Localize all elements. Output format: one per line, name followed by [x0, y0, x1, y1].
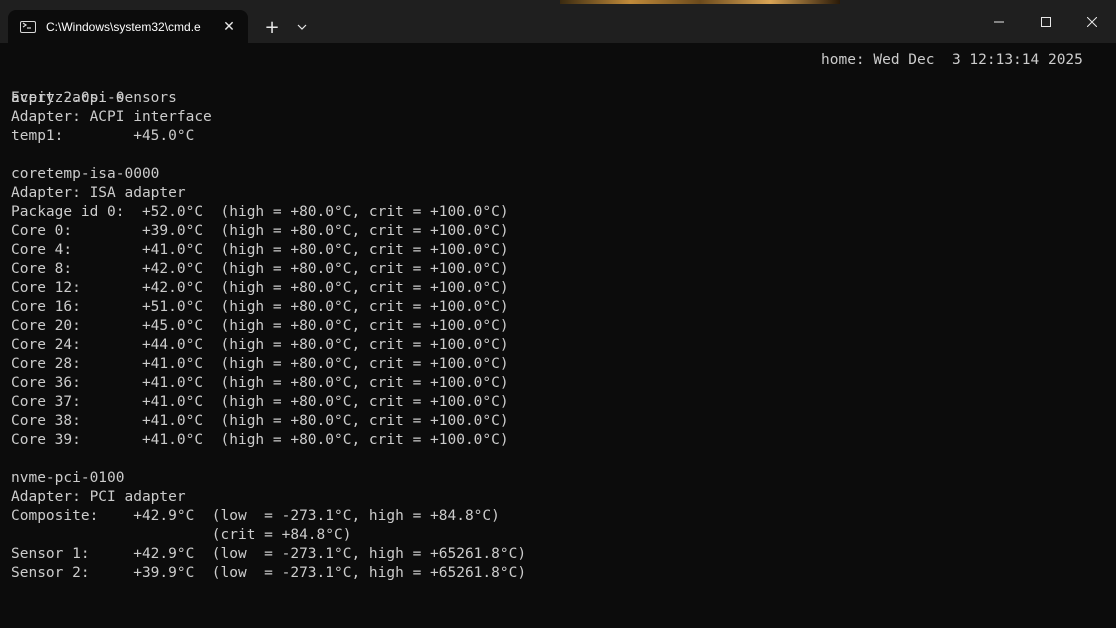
terminal-line: Core 36: +41.0°C (high = +80.0°C, crit =…	[11, 375, 509, 391]
close-icon	[1087, 16, 1097, 27]
terminal-line: Adapter: ACPI interface	[11, 109, 212, 125]
terminal-output[interactable]: Every 2.0s: sensors home: Wed Dec 3 12:1…	[11, 43, 1111, 628]
wallpaper-strip	[560, 0, 840, 4]
chevron-down-icon[interactable]	[290, 14, 314, 40]
terminal-line: (crit = +84.8°C)	[11, 527, 352, 543]
terminal-line: Core 37: +41.0°C (high = +80.0°C, crit =…	[11, 394, 509, 410]
terminal-line: Core 39: +41.0°C (high = +80.0°C, crit =…	[11, 432, 509, 448]
terminal-line: Core 4: +41.0°C (high = +80.0°C, crit = …	[11, 242, 509, 258]
terminal-line: Core 8: +42.0°C (high = +80.0°C, crit = …	[11, 261, 509, 277]
terminal-line: Core 20: +45.0°C (high = +80.0°C, crit =…	[11, 318, 509, 334]
terminal-icon	[20, 20, 36, 33]
terminal-line: Core 28: +41.0°C (high = +80.0°C, crit =…	[11, 356, 509, 372]
sensor-output: acpitz-acpi-0 Adapter: ACPI interface temp…	[11, 89, 526, 583]
tab-cmd[interactable]: C:\Windows\system32\cmd.e ✕	[8, 10, 248, 43]
new-tab-button[interactable]: +	[258, 14, 286, 40]
terminal-line: Core 0: +39.0°C (high = +80.0°C, crit = …	[11, 223, 509, 239]
minimize-icon	[994, 21, 1004, 22]
maximize-icon	[1041, 16, 1051, 27]
terminal-line: Sensor 1: +42.9°C (low = -273.1°C, high …	[11, 546, 527, 562]
terminal-line: Adapter: PCI adapter	[11, 489, 186, 505]
terminal-line: temp1: +45.0°C	[11, 128, 195, 144]
watch-timestamp: home: Wed Dec 3 12:13:14 2025	[821, 52, 1083, 68]
close-tab-icon[interactable]: ✕	[218, 16, 240, 38]
maximize-button[interactable]	[1023, 0, 1069, 43]
terminal-line: Core 38: +41.0°C (high = +80.0°C, crit =…	[11, 413, 509, 429]
terminal-line: coretemp-isa-0000	[11, 166, 160, 182]
terminal-line: Adapter: ISA adapter	[11, 185, 186, 201]
terminal-line: Package id 0: +52.0°C (high = +80.0°C, c…	[11, 204, 509, 220]
terminal-line: acpitz-acpi-0	[11, 90, 125, 106]
terminal-line: Composite: +42.9°C (low = -273.1°C, high…	[11, 508, 500, 524]
terminal-line: nvme-pci-0100	[11, 470, 125, 486]
minimize-button[interactable]	[976, 0, 1022, 43]
terminal-line: Core 12: +42.0°C (high = +80.0°C, crit =…	[11, 280, 509, 296]
close-button[interactable]	[1069, 0, 1115, 43]
terminal-line: Core 24: +44.0°C (high = +80.0°C, crit =…	[11, 337, 509, 353]
tab-title: C:\Windows\system32\cmd.e	[46, 19, 201, 34]
title-bar: C:\Windows\system32\cmd.e ✕ +	[0, 0, 1116, 43]
terminal-line: Sensor 2: +39.9°C (low = -273.1°C, high …	[11, 565, 527, 581]
terminal-line: Core 16: +51.0°C (high = +80.0°C, crit =…	[11, 299, 509, 315]
